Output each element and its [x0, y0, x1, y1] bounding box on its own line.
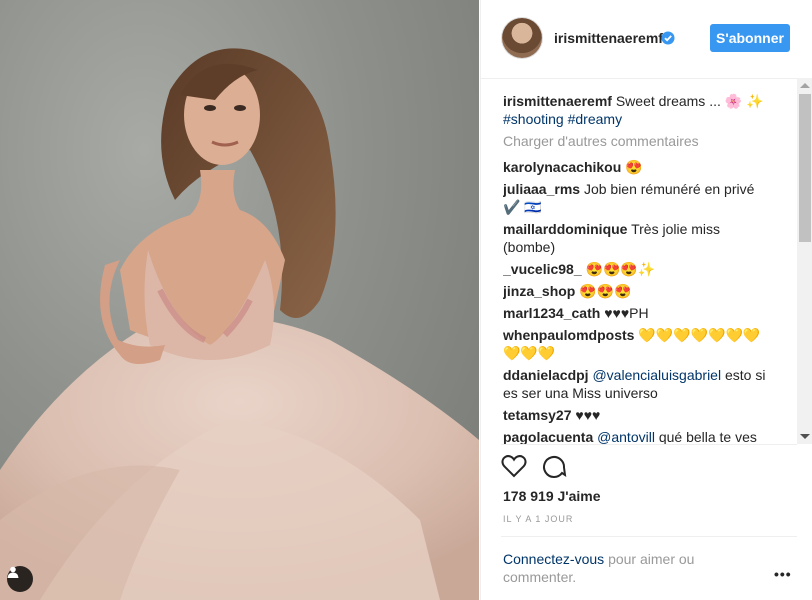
- divider: [501, 444, 797, 445]
- comment: jinza_shop 😍😍😍: [503, 282, 771, 300]
- follow-button[interactable]: S'abonner: [710, 24, 790, 52]
- avatar[interactable]: [502, 18, 542, 58]
- caption: irismittenaeremf Sweet dreams ... 🌸 ✨ #s…: [503, 92, 771, 128]
- post-timestamp[interactable]: IL Y A 1 JOUR: [503, 514, 573, 524]
- comment-username[interactable]: karolynacachikou: [503, 159, 621, 175]
- likes-count[interactable]: 178 919 J'aime: [503, 488, 601, 504]
- comment-username[interactable]: jinza_shop: [503, 283, 575, 299]
- comments-list: irismittenaeremf Sweet dreams ... 🌸 ✨ #s…: [503, 92, 771, 444]
- more-options-button[interactable]: •••: [774, 566, 792, 582]
- comment: _vucelic98_ 😍😍😍✨: [503, 260, 771, 278]
- scroll-down-arrow-icon[interactable]: [800, 434, 810, 439]
- comment-text: 😍: [625, 159, 643, 175]
- comment-username[interactable]: whenpaulomdposts: [503, 327, 634, 343]
- verified-badge-icon: [661, 31, 675, 48]
- login-link[interactable]: Connectez-vous: [503, 551, 604, 567]
- hashtag-shooting[interactable]: #shooting: [503, 111, 564, 127]
- post-header: irismittenaeremf S'abonner: [481, 0, 812, 79]
- comment-username[interactable]: _vucelic98_: [503, 261, 582, 277]
- comment-text: qué bella te ves: [658, 429, 757, 444]
- comment: marl1234_cath ♥♥♥PH: [503, 304, 771, 322]
- divider: [501, 536, 797, 537]
- comment: pagolacuenta @antovill qué bella te ves: [503, 428, 771, 444]
- scrollbar-thumb[interactable]: [799, 94, 811, 242]
- user-tag-icon[interactable]: [7, 566, 33, 592]
- caption-username[interactable]: irismittenaeremf: [503, 93, 612, 109]
- heart-icon[interactable]: [501, 454, 527, 481]
- post-modal: irismittenaeremf S'abonner irismittenaer…: [0, 0, 812, 600]
- comment-mention[interactable]: @antovill: [597, 429, 655, 444]
- comment-username[interactable]: pagolacuenta: [503, 429, 593, 444]
- post-photo[interactable]: [0, 0, 479, 600]
- comment-text: ♥♥♥: [575, 407, 601, 423]
- comment: whenpaulomdposts 💛💛💛💛💛💛💛💛💛💛: [503, 326, 771, 362]
- comment-username[interactable]: tetamsy27: [503, 407, 572, 423]
- comment: tetamsy27 ♥♥♥: [503, 406, 771, 424]
- scroll-up-arrow-icon[interactable]: [800, 83, 810, 88]
- comment: maillarddominique Très jolie miss (bombe…: [503, 220, 771, 256]
- comment-text: 😍😍😍✨: [585, 261, 656, 277]
- comment-text: ♥♥♥PH: [604, 305, 649, 321]
- post-sidebar: irismittenaeremf S'abonner irismittenaer…: [480, 0, 812, 600]
- comment-text: 😍😍😍: [579, 283, 632, 299]
- username-link[interactable]: irismittenaeremf: [554, 30, 663, 46]
- hashtag-dreamy[interactable]: #dreamy: [568, 111, 622, 127]
- comment-username[interactable]: juliaaa_rms: [503, 181, 580, 197]
- load-more-comments-link[interactable]: Charger d'autres commentaires: [503, 132, 771, 150]
- comment-username[interactable]: marl1234_cath: [503, 305, 600, 321]
- comment-mention[interactable]: @valencialuisgabriel: [592, 367, 721, 383]
- comment: juliaaa_rms Job bien rémunéré en privé ✔…: [503, 180, 771, 216]
- login-prompt: Connectez-vous pour aimer ou commenter.: [503, 550, 723, 586]
- comment-icon[interactable]: [541, 454, 567, 481]
- comment-username[interactable]: maillarddominique: [503, 221, 627, 237]
- comment-username[interactable]: ddanielacdpj: [503, 367, 589, 383]
- caption-text: Sweet dreams ... 🌸 ✨: [615, 93, 764, 109]
- comments-scrollbar[interactable]: [797, 78, 812, 444]
- comment: ddanielacdpj @valencialuisgabriel esto s…: [503, 366, 771, 402]
- comment: karolynacachikou 😍: [503, 158, 771, 176]
